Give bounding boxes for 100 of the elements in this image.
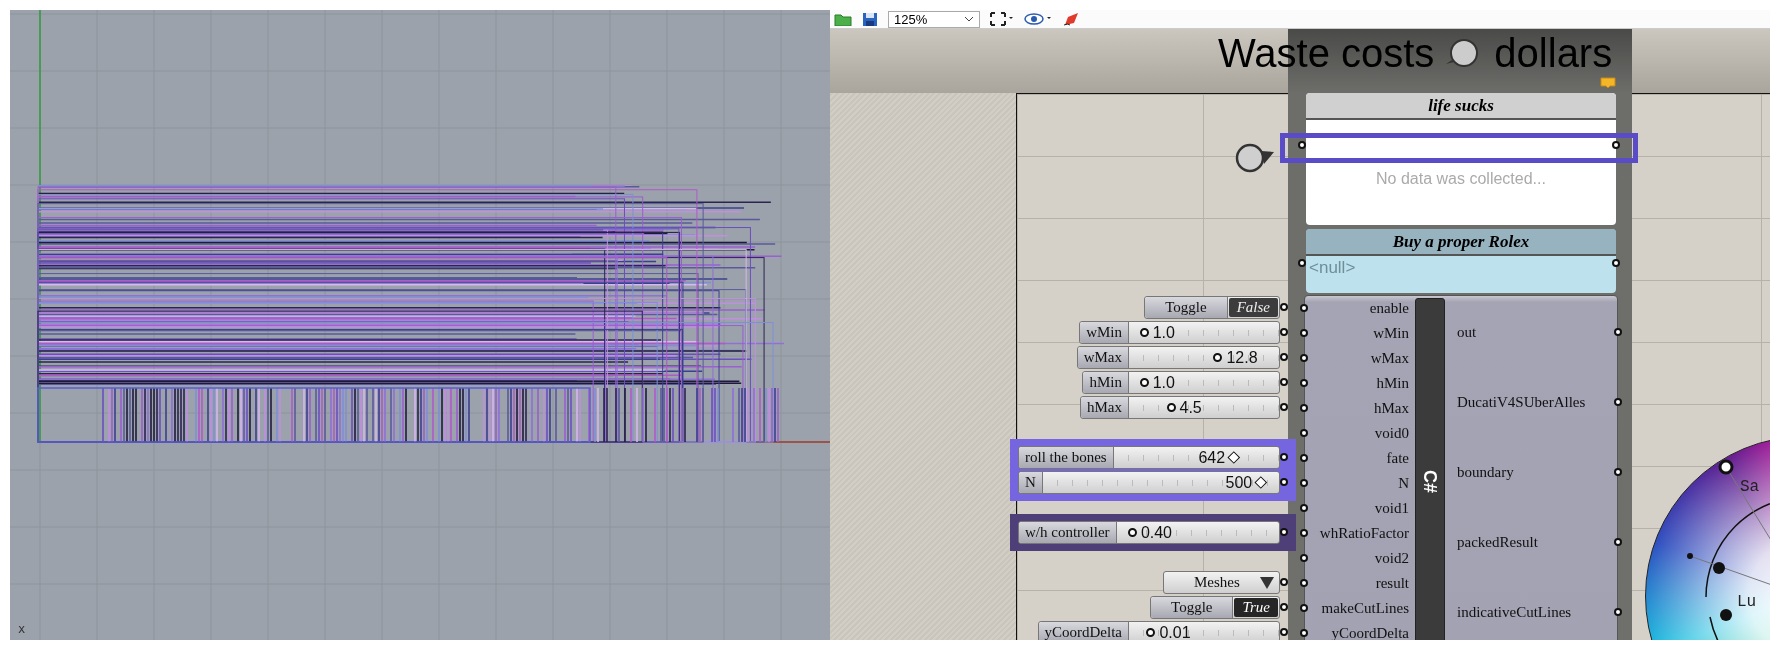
input-grip[interactable]: [1300, 304, 1308, 312]
output-grip[interactable]: [1280, 578, 1288, 586]
toggle-value[interactable]: True: [1234, 598, 1278, 617]
input-grip[interactable]: [1300, 554, 1308, 562]
output-grip[interactable]: [1280, 528, 1288, 536]
output-grip[interactable]: [1614, 538, 1622, 546]
output-grip[interactable]: [1614, 398, 1622, 406]
input-grip[interactable]: [1298, 259, 1306, 267]
input-parameter[interactable]: void0: [1374, 425, 1409, 442]
panel[interactable]: life sucks No data was collected...: [1306, 93, 1616, 225]
input-parameter[interactable]: makeCutLines: [1321, 600, 1409, 617]
output-grip[interactable]: [1280, 478, 1288, 486]
input-grip[interactable]: [1300, 354, 1308, 362]
output-parameter[interactable]: indicativeCutLines: [1457, 603, 1572, 621]
input-grip[interactable]: [1300, 379, 1308, 387]
number-slider[interactable]: hMax 4.5: [1080, 396, 1280, 419]
slider-value: 500: [1225, 473, 1253, 492]
input-parameter[interactable]: whRatioFactor: [1319, 525, 1409, 542]
slider-handle[interactable]: [1139, 378, 1149, 387]
comment-marker-icon[interactable]: [1600, 77, 1616, 89]
boolean-toggle[interactable]: Toggle False: [1144, 296, 1280, 319]
input-parameter[interactable]: enable: [1369, 300, 1409, 317]
output-grip[interactable]: [1280, 403, 1288, 411]
save-icon[interactable]: [862, 12, 878, 26]
output-grip[interactable]: [1614, 608, 1622, 616]
toggle-value[interactable]: False: [1228, 298, 1278, 317]
input-grip[interactable]: [1300, 629, 1308, 637]
number-slider[interactable]: yCoordDelta 0.01: [1037, 621, 1280, 640]
input-grip[interactable]: [1300, 429, 1308, 437]
input-parameter[interactable]: result: [1375, 575, 1409, 592]
zoom-combobox[interactable]: 125%: [888, 10, 980, 28]
input-grip[interactable]: [1300, 404, 1308, 412]
input-parameter[interactable]: void1: [1374, 500, 1409, 517]
input-parameter[interactable]: wMax: [1370, 350, 1409, 367]
output-grip[interactable]: [1280, 628, 1288, 636]
zoom-extents-icon[interactable]: [990, 12, 1014, 26]
slider-value: 12.8: [1226, 348, 1258, 367]
panel[interactable]: Buy a proper Rolex <null>: [1306, 229, 1616, 293]
input-parameter[interactable]: hMax: [1374, 400, 1409, 417]
output-grip[interactable]: [1612, 141, 1620, 149]
number-slider[interactable]: roll the bones 642: [1018, 446, 1280, 469]
number-slider[interactable]: hMin 1.0: [1082, 371, 1280, 394]
viewport[interactable]: x: [10, 10, 830, 640]
output-grip[interactable]: [1612, 259, 1620, 267]
input-grip[interactable]: [1300, 329, 1308, 337]
number-slider[interactable]: wMax 12.8: [1076, 346, 1280, 369]
slider-label: roll the bones: [1019, 447, 1114, 468]
slider-label: yCoordDelta: [1038, 622, 1129, 640]
value-list-dropdown[interactable]: Meshes: [1163, 571, 1280, 594]
slider-handle[interactable]: [1146, 628, 1156, 637]
number-slider[interactable]: N 500: [1018, 471, 1280, 494]
slider-handle[interactable]: [1166, 403, 1176, 412]
slider-value: 0.01: [1159, 623, 1191, 640]
eye-icon[interactable]: [1024, 12, 1052, 26]
folder-icon[interactable]: [834, 12, 852, 26]
output-grip[interactable]: [1280, 603, 1288, 611]
input-parameter[interactable]: N: [1398, 475, 1409, 492]
output-grip[interactable]: [1280, 353, 1288, 361]
output-grip[interactable]: [1280, 328, 1288, 336]
input-grip[interactable]: [1300, 479, 1308, 487]
panel-title: Buy a proper Rolex: [1306, 229, 1616, 256]
input-grip[interactable]: [1300, 529, 1308, 537]
component-name: C#: [1419, 469, 1441, 493]
slider-handle[interactable]: [1127, 528, 1137, 537]
wheel-label: Sa: [1740, 478, 1760, 496]
slider-handle[interactable]: [1227, 451, 1240, 464]
output-parameter[interactable]: packedResult: [1457, 533, 1538, 551]
slider-label: w/h controller: [1019, 522, 1117, 543]
output-grip[interactable]: [1280, 378, 1288, 386]
output-grip[interactable]: [1280, 303, 1288, 311]
pen-icon[interactable]: [1062, 12, 1080, 26]
panel-text: <null>: [1309, 258, 1356, 279]
input-parameter[interactable]: void2: [1374, 550, 1409, 567]
axis-label: x: [18, 622, 26, 636]
output-parameter[interactable]: boundary: [1457, 463, 1514, 481]
slider-value: 4.5: [1179, 398, 1202, 417]
number-slider[interactable]: w/h controller 0.40: [1018, 521, 1280, 544]
group-title: dollars: [1494, 33, 1613, 73]
slider-handle[interactable]: [1139, 328, 1149, 337]
group-title: Waste costs: [1218, 33, 1435, 73]
wheel-label: Lu: [1737, 593, 1757, 611]
input-grip[interactable]: [1300, 604, 1308, 612]
input-grip[interactable]: [1300, 504, 1308, 512]
slider-handle[interactable]: [1254, 476, 1268, 489]
number-slider[interactable]: wMin 1.0: [1079, 321, 1280, 344]
output-grip[interactable]: [1614, 468, 1622, 476]
input-parameter[interactable]: hMin: [1376, 375, 1409, 392]
slider-handle[interactable]: [1213, 353, 1223, 362]
input-grip[interactable]: [1300, 579, 1308, 587]
slider-label: N: [1019, 472, 1043, 493]
boolean-toggle[interactable]: Toggle True: [1150, 596, 1280, 619]
input-grip[interactable]: [1300, 454, 1308, 462]
output-grip[interactable]: [1614, 328, 1622, 336]
output-grip[interactable]: [1280, 453, 1288, 461]
input-parameter[interactable]: wMin: [1373, 325, 1409, 342]
input-parameter[interactable]: fate: [1386, 450, 1409, 467]
output-parameter[interactable]: DucatiV4SUberAlles: [1457, 393, 1586, 411]
input-grip[interactable]: [1298, 141, 1306, 149]
output-parameter[interactable]: out: [1457, 323, 1477, 341]
toggle-label: Toggle: [1145, 297, 1228, 318]
